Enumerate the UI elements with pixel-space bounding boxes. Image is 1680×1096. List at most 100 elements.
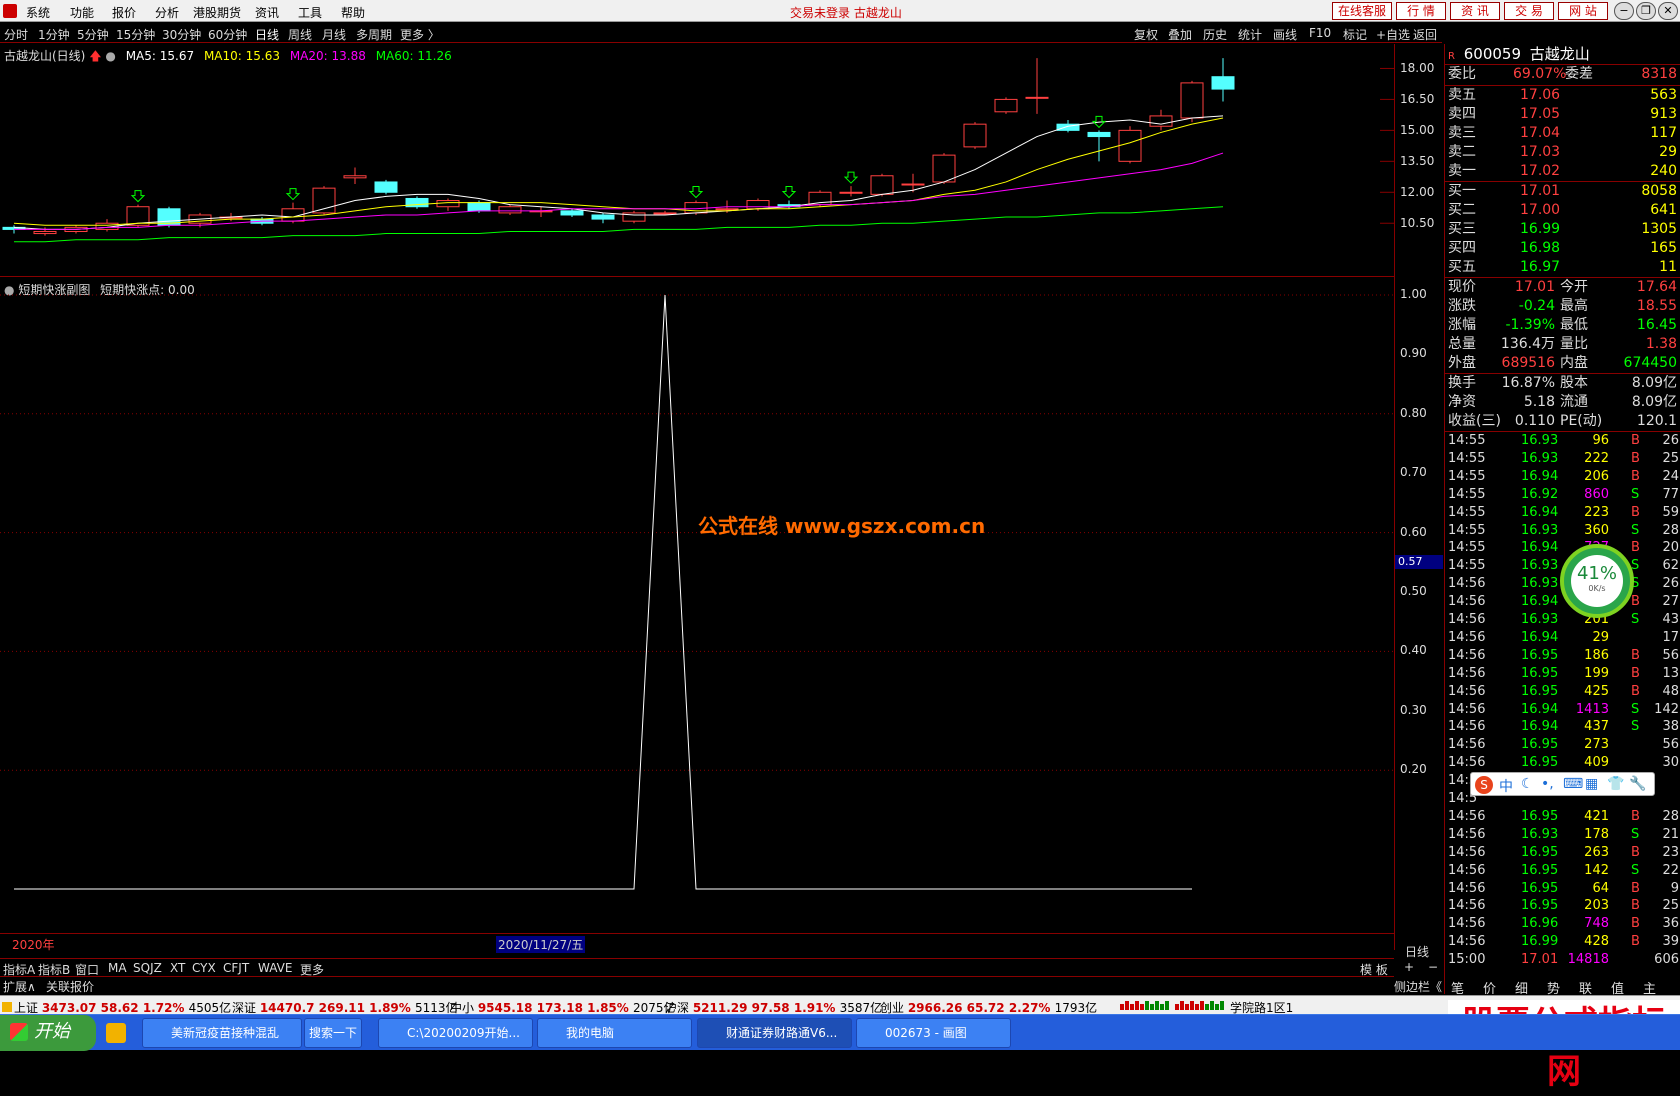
period-multi[interactable]: 多周期 [356, 26, 392, 43]
remove-button[interactable]: − [1428, 960, 1438, 974]
period-fenshi[interactable]: 分时 [4, 26, 28, 43]
indicator-panel[interactable]: ● 短期快涨副图 短期快涨点: 0.00 [0, 276, 1394, 933]
period-60min[interactable]: 60分钟 [208, 26, 247, 43]
punct-icon[interactable]: •, [1541, 776, 1554, 792]
ime-toolbar[interactable]: S 中 ☾ •, ⌨ ▦ 👕 🔧 [1470, 772, 1655, 796]
tab-indicator-b[interactable]: 指标B [38, 961, 70, 978]
menu-system[interactable]: 系统 [26, 4, 50, 21]
website-button[interactable]: 网 站 [1558, 2, 1608, 20]
tick-row[interactable]: 14:55 16.94 223 B 59 [1445, 504, 1680, 522]
expand-button[interactable]: 扩展∧ [3, 978, 36, 995]
tool-draw[interactable]: 画线 [1273, 26, 1297, 43]
indicator-tick-label: 0.70 [1400, 465, 1427, 480]
tool-back[interactable]: 返回 [1413, 26, 1437, 43]
tick-row[interactable]: 14:56 16.94 437 S 38 [1445, 718, 1680, 736]
shirt-icon[interactable]: 👕 [1607, 776, 1624, 792]
grid-icon[interactable]: ▦ [1585, 776, 1598, 792]
tick-row[interactable]: 14:56 16.94 1413 S 142 [1445, 701, 1680, 719]
tool-overlay[interactable]: 叠加 [1168, 26, 1192, 43]
related-quote-tab[interactable]: 关联报价 [46, 978, 94, 995]
stat-label: 最高 [1560, 298, 1588, 314]
tick-row[interactable]: 14:56 16.95 273 56 [1445, 736, 1680, 754]
period-daily[interactable]: 日线 [255, 26, 279, 43]
sidebar-toggle[interactable]: 侧边栏《 [1394, 978, 1442, 995]
task-folder[interactable]: C:\20200209开始... [378, 1018, 533, 1048]
tool-add-watch[interactable]: +自选 [1376, 26, 1410, 43]
tool-mark[interactable]: 标记 [1343, 26, 1367, 43]
tick-row[interactable]: 14:56 16.95 203 B 25 [1445, 897, 1680, 915]
tick-row[interactable]: 14:56 16.95 142 S 22 [1445, 862, 1680, 880]
minimize-icon[interactable]: − [1614, 2, 1634, 20]
network-gauge[interactable]: 41% 0K/s [1560, 544, 1634, 618]
kline-panel[interactable]: 古越龙山(日线) 🡅 ● MA5: 15.67 MA10: 15.63 MA20… [0, 44, 1394, 276]
period-1min[interactable]: 1分钟 [38, 26, 70, 43]
period-30min[interactable]: 30分钟 [162, 26, 201, 43]
tab-ma[interactable]: MA [108, 961, 127, 975]
tab-xt[interactable]: XT [170, 961, 185, 975]
tick-row[interactable]: 14:56 16.94 29 17 [1445, 629, 1680, 647]
period-monthly[interactable]: 月线 [322, 26, 346, 43]
tick-row[interactable]: 15:00 17.01 14818 606 [1445, 951, 1680, 969]
tab-window[interactable]: 窗口 [75, 961, 99, 978]
tick-row[interactable]: 14:55 16.92 860 S 77 [1445, 486, 1680, 504]
task-paint[interactable]: 002673 - 画图 [856, 1018, 1011, 1048]
online-service-button[interactable]: 在线客服 [1332, 2, 1392, 20]
moon-icon[interactable]: ☾ [1521, 776, 1534, 792]
wrench-icon[interactable]: 🔧 [1629, 776, 1646, 792]
keyboard-icon[interactable]: ⌨ [1563, 776, 1583, 792]
period-5min[interactable]: 5分钟 [77, 26, 109, 43]
period-weekly[interactable]: 周线 [288, 26, 312, 43]
tick-row[interactable]: 14:56 16.99 428 B 39 [1445, 933, 1680, 951]
task-my-computer[interactable]: 我的电脑 [537, 1018, 692, 1048]
task-search[interactable]: 搜索一下 [304, 1018, 362, 1048]
tick-row[interactable]: 14:56 16.95 409 30 [1445, 754, 1680, 772]
tool-stats[interactable]: 统计 [1238, 26, 1262, 43]
tool-f10[interactable]: F10 [1309, 26, 1331, 40]
market-button[interactable]: 行 情 [1396, 2, 1446, 20]
template-button[interactable]: 模 板 [1360, 961, 1388, 978]
candle-body [591, 214, 615, 220]
tick-row[interactable]: 14:56 16.95 425 B 48 [1445, 683, 1680, 701]
tab-indicator-a[interactable]: 指标A [3, 961, 35, 978]
quicklaunch-icon[interactable] [106, 1023, 126, 1043]
tick-row[interactable]: 14:55 16.93 96 B 26 [1445, 432, 1680, 450]
tick-row[interactable]: 14:56 16.95 263 B 23 [1445, 844, 1680, 862]
menu-quote[interactable]: 报价 [112, 4, 136, 21]
menu-tools[interactable]: 工具 [298, 4, 322, 21]
tick-row[interactable]: 14:56 16.95 199 B 13 [1445, 665, 1680, 683]
tick-volume: 186 [1584, 647, 1609, 663]
tick-row[interactable]: 14:56 16.95 421 B 28 [1445, 808, 1680, 826]
tick-row[interactable]: 14:56 16.93 178 S 21 [1445, 826, 1680, 844]
tool-fuquan[interactable]: 复权 [1134, 26, 1158, 43]
menu-analysis[interactable]: 分析 [155, 4, 179, 21]
period-more[interactable]: 更多 〉 [400, 26, 440, 43]
menu-news[interactable]: 资讯 [255, 4, 279, 21]
tick-row[interactable]: 14:56 16.96 748 B 36 [1445, 915, 1680, 933]
tab-cfjt[interactable]: CFJT [223, 961, 249, 975]
close-icon[interactable]: ✕ [1658, 2, 1678, 20]
add-button[interactable]: + [1404, 960, 1414, 974]
tab-sqjz[interactable]: SQJZ [133, 961, 162, 975]
tab-more[interactable]: 更多 [300, 961, 324, 978]
tick-row[interactable]: 14:56 16.95 186 B 56 [1445, 647, 1680, 665]
ime-mode[interactable]: 中 [1499, 776, 1513, 796]
tool-history[interactable]: 历史 [1203, 26, 1227, 43]
restore-icon[interactable]: ❐ [1636, 2, 1656, 20]
tab-wave[interactable]: WAVE [258, 961, 292, 975]
tab-cyx[interactable]: CYX [192, 961, 216, 975]
tick-row[interactable]: 14:55 16.93 360 S 28 [1445, 522, 1680, 540]
task-trading-app[interactable]: 财通证券财路通V6... [697, 1018, 852, 1048]
tick-row[interactable]: 14:56 16.93 201 S 43 [1445, 611, 1680, 629]
tick-row[interactable]: 14:5516.94727B20 [1445, 539, 1680, 557]
tick-row[interactable]: 14:56 16.95 64 B 9 [1445, 880, 1680, 898]
news-button[interactable]: 资 讯 [1450, 2, 1500, 20]
trade-button[interactable]: 交 易 [1504, 2, 1554, 20]
start-button[interactable]: 开始 [0, 1015, 96, 1051]
menu-function[interactable]: 功能 [70, 4, 94, 21]
menu-hk-futures[interactable]: 港股期货 [193, 4, 241, 21]
menu-help[interactable]: 帮助 [341, 4, 365, 21]
tick-row[interactable]: 14:55 16.94 206 B 24 [1445, 468, 1680, 486]
period-15min[interactable]: 15分钟 [116, 26, 155, 43]
tick-row[interactable]: 14:55 16.93 222 B 25 [1445, 450, 1680, 468]
task-browser[interactable]: 美新冠疫苗接种混乱 [142, 1018, 302, 1048]
